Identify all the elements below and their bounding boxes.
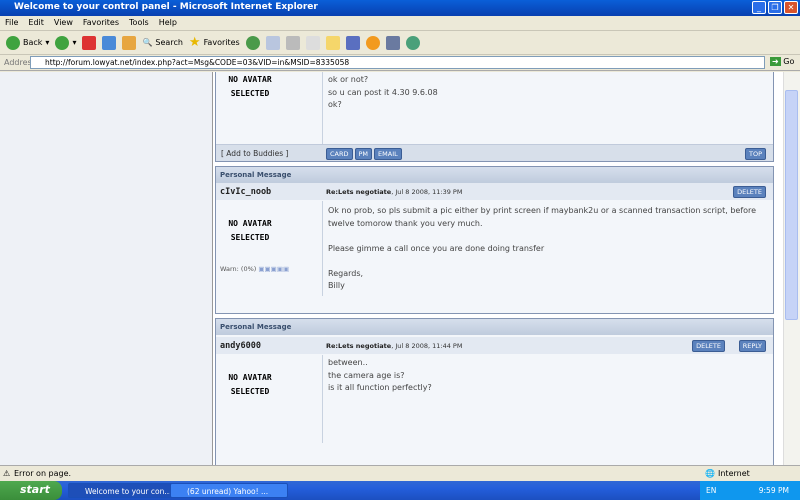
author-name[interactable]: cIvIc_noob	[220, 187, 271, 197]
title-bar: Welcome to your control panel - Microsof…	[0, 0, 800, 16]
messenger-people-icon[interactable]	[405, 35, 420, 50]
menu-edit[interactable]: Edit	[23, 16, 49, 29]
message-box: NO AVATAR SELECTED ok or not? so u can pos…	[215, 72, 774, 162]
globe-icon: 🌐	[705, 469, 715, 478]
history-icon[interactable]	[245, 35, 260, 50]
favorites-label: Favorites	[203, 38, 240, 47]
mail-icon[interactable]	[265, 35, 280, 50]
card-button[interactable]: CARD	[326, 148, 353, 160]
minimize-button[interactable]: _	[752, 1, 766, 14]
warning-icon[interactable]: ⚠	[3, 469, 10, 478]
author-panel: NO AVATAR SELECTED Warn: (0%) ▣▣▣▣▣	[216, 201, 323, 296]
author-panel: NO AVATAR SELECTED	[216, 355, 323, 443]
author-row: cIvIc_noob Re:Lets negotiate, Jul 8 2008…	[216, 183, 773, 200]
top-button[interactable]: TOP	[744, 148, 766, 160]
message-box: Personal Message andy6000 Re:Lets negoti…	[215, 318, 774, 465]
message-subject: Re:Lets negotiate	[326, 342, 392, 350]
research-icon[interactable]	[385, 35, 400, 50]
close-button[interactable]: ✕	[784, 1, 798, 14]
add-to-buddies-link[interactable]: [ Add to Buddies ]	[221, 149, 288, 158]
status-bar: ⚠ Error on page. 🌐 Internet	[0, 465, 800, 481]
message-footer: [ Add to Buddies ] CARD PM EMAIL TOP	[216, 144, 773, 161]
scrollbar-thumb[interactable]	[785, 90, 798, 320]
menu-favorites[interactable]: Favorites	[78, 16, 124, 29]
refresh-icon[interactable]	[102, 35, 117, 50]
pm-button[interactable]: PM	[354, 148, 373, 160]
toolbar: Back ▾ ▾ 🔍 Search ★ Favorites	[0, 31, 800, 55]
no-avatar: NO AVATAR SELECTED	[228, 219, 272, 242]
search-button[interactable]: 🔍 Search	[142, 38, 182, 47]
menu-view[interactable]: View	[49, 16, 78, 29]
messenger-icon[interactable]	[345, 35, 360, 50]
no-avatar: NO AVATAR SELECTED	[228, 373, 272, 396]
delete-button[interactable]: DELETE	[692, 340, 725, 352]
address-bar: Address http://forum.lowyat.net/index.ph…	[0, 55, 800, 71]
reply-button[interactable]: REPLY	[738, 340, 766, 352]
status-text[interactable]: Error on page.	[14, 469, 71, 478]
message-body: between.. the camera age is? is it all fun…	[328, 358, 432, 392]
taskbar-item-yahoo[interactable]: (62 unread) Yahoo! ...	[170, 483, 288, 498]
message-content: NO AVATAR SELECTED ok or not? so u can pos…	[213, 72, 783, 465]
window-title: Welcome to your control panel - Microsof…	[14, 2, 318, 12]
message-date: , Jul 8 2008, 11:44 PM	[391, 342, 463, 350]
notes-icon[interactable]	[325, 35, 340, 50]
stop-icon[interactable]	[82, 35, 97, 50]
start-label: start	[20, 483, 50, 496]
no-avatar: NO AVATAR SELECTED	[228, 75, 272, 98]
favorites-button[interactable]: ★ Favorites	[189, 35, 240, 50]
section-header: Personal Message	[216, 167, 773, 183]
go-arrow-icon: ➜	[770, 57, 781, 66]
warn-level: Warn: (0%)	[220, 265, 257, 273]
edit-icon[interactable]	[305, 35, 320, 50]
left-pane	[0, 72, 213, 465]
author-row: andy6000 Re:Lets negotiate, Jul 8 2008, …	[216, 337, 773, 354]
message-date: , Jul 8 2008, 11:39 PM	[391, 188, 463, 196]
forward-arrow-icon	[55, 35, 70, 50]
message-box: Personal Message cIvIc_noob Re:Lets nego…	[215, 166, 774, 346]
start-button[interactable]: start	[0, 481, 62, 500]
warn-bar-icon: ▣▣▣▣▣	[258, 265, 290, 273]
section-header: Personal Message	[216, 319, 773, 335]
media-icon[interactable]	[365, 35, 380, 50]
print-icon[interactable]	[285, 35, 300, 50]
message-subject: Re:Lets negotiate	[326, 188, 392, 196]
security-zone: Internet	[718, 469, 750, 478]
back-arrow-icon	[6, 35, 20, 50]
search-icon: 🔍	[142, 38, 153, 47]
email-button[interactable]: EMAIL	[374, 148, 402, 160]
menu-bar: File Edit View Favorites Tools Help	[0, 16, 800, 31]
message-body: Ok no prob, so pls submit a pic either b…	[328, 206, 757, 290]
menu-file[interactable]: File	[0, 16, 23, 29]
menu-tools[interactable]: Tools	[124, 16, 154, 29]
address-input[interactable]: http://forum.lowyat.net/index.php?act=Ms…	[30, 56, 765, 69]
taskbar-item-ie[interactable]: Welcome to your con...	[68, 483, 186, 498]
search-label: Search	[155, 38, 183, 47]
system-tray: EN 9:59 PM	[700, 481, 800, 500]
back-label: Back	[23, 38, 43, 47]
menu-help[interactable]: Help	[154, 16, 182, 29]
go-button[interactable]: ➜ Go	[770, 57, 794, 66]
home-icon[interactable]	[122, 35, 137, 50]
forward-button[interactable]: ▾	[55, 35, 76, 50]
delete-button[interactable]: DELETE	[733, 186, 766, 198]
maximize-button[interactable]: ❐	[768, 1, 782, 14]
author-panel: NO AVATAR SELECTED	[216, 72, 323, 144]
taskbar: start Welcome to your con... (62 unread)…	[0, 481, 800, 500]
message-body: ok or not? so u can post it 4.30 9.6.08 ok…	[328, 75, 438, 109]
language-indicator[interactable]: EN	[706, 486, 716, 495]
back-button[interactable]: Back ▾	[6, 35, 49, 50]
author-name[interactable]: andy6000	[220, 341, 261, 351]
star-icon: ★	[188, 35, 201, 50]
clock[interactable]: 9:59 PM	[759, 486, 789, 495]
go-label: Go	[783, 57, 795, 66]
